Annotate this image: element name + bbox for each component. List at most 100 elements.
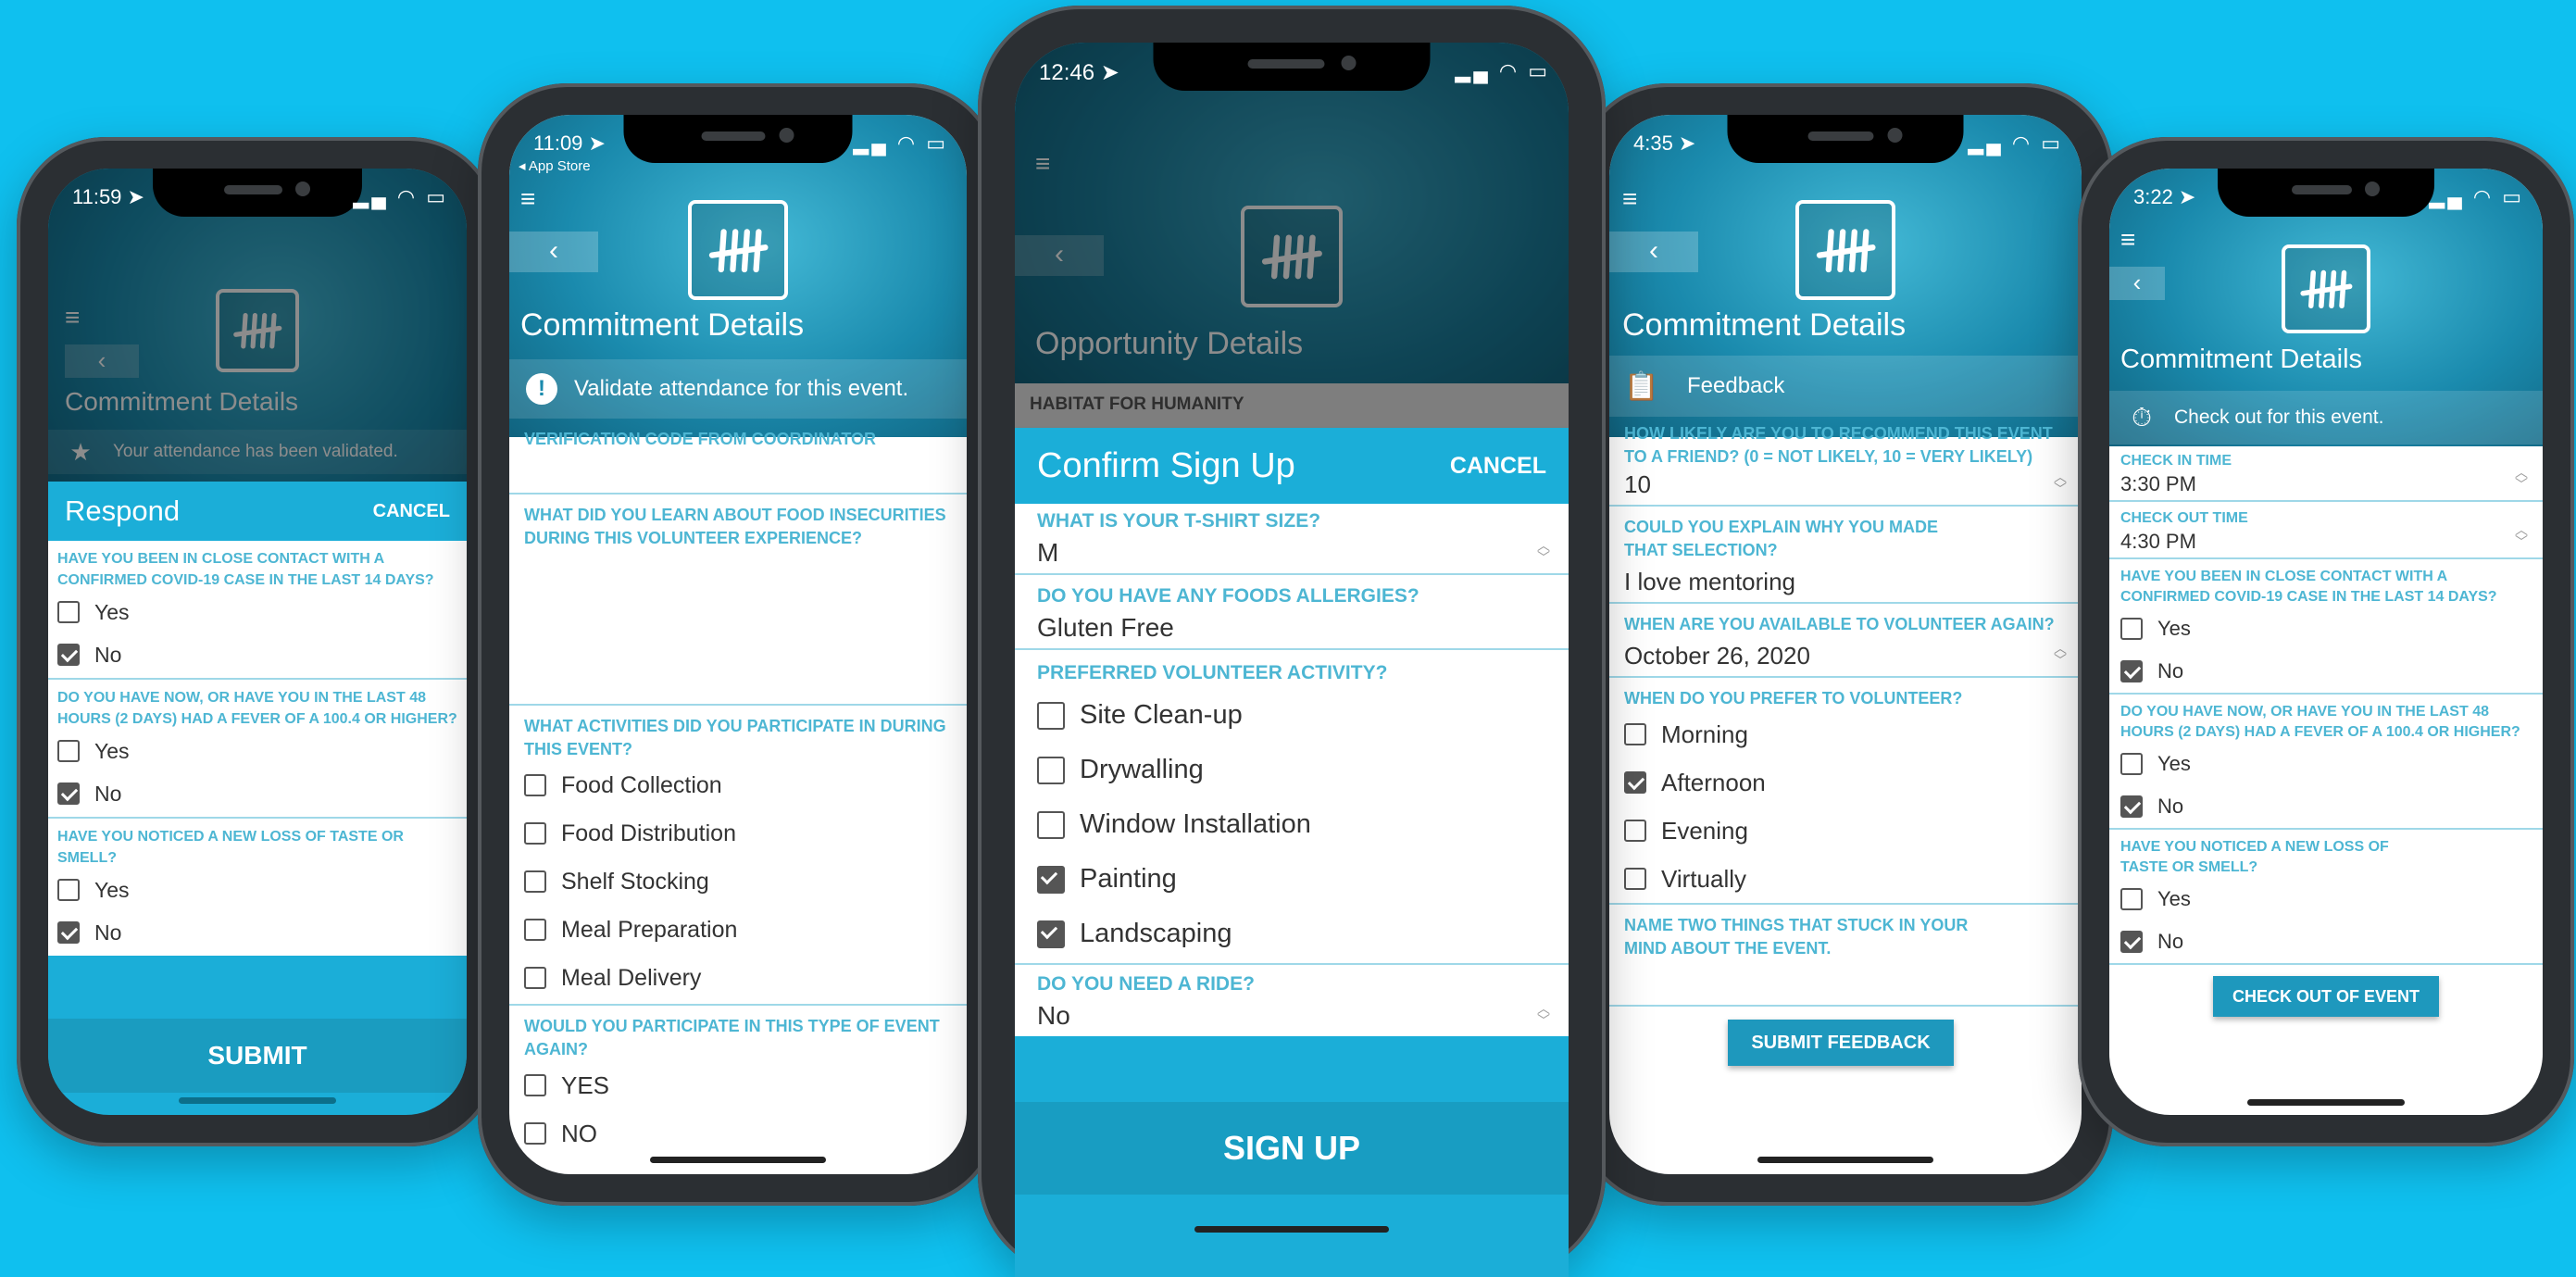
checkbox[interactable] <box>2120 753 2143 775</box>
check-out-button[interactable]: CHECK OUT OF EVENT <box>2213 976 2439 1017</box>
option-item[interactable]: Morning <box>1624 710 2067 758</box>
checkbox[interactable] <box>524 919 546 941</box>
checkbox-checked[interactable] <box>1037 865 1065 894</box>
tally-logo <box>1795 200 1895 300</box>
checkbox[interactable] <box>2120 618 2143 640</box>
checkbox-checked[interactable] <box>1037 920 1065 948</box>
option-no[interactable]: No <box>57 911 457 954</box>
field-value: 10 <box>1624 470 1651 498</box>
cancel-button[interactable]: CANCEL <box>373 501 450 522</box>
check-in-field[interactable]: CHECK IN TIME 3:30 PM ︿ ﹀ <box>2109 444 2543 502</box>
option-item[interactable]: Painting <box>1037 852 1546 907</box>
checkbox[interactable] <box>2120 888 2143 910</box>
checkbox[interactable] <box>1037 756 1065 784</box>
option-item[interactable]: Food Distribution <box>524 809 952 858</box>
checkbox[interactable] <box>524 967 546 989</box>
status-bar: 4:35 ➤ ▂▄ ◠ ▭ <box>1609 130 2082 167</box>
stepper-icon[interactable]: ︿ ﹀ <box>1535 1002 1552 1027</box>
option-item[interactable]: Landscaping <box>1037 907 1546 961</box>
question-label: COULD YOU EXPLAIN WHY YOU MADE THAT SELE… <box>1624 518 1939 559</box>
stepper-icon[interactable]: ︿ ﹀ <box>2513 523 2530 548</box>
tshirt-size-field[interactable]: WHAT IS YOUR T-SHIRT SIZE? M ︿ ﹀ <box>1015 504 1569 575</box>
recommend-field[interactable]: HOW LIKELY ARE YOU TO RECOMMEND THIS EVE… <box>1609 417 2082 507</box>
option-item[interactable]: Shelf Stocking <box>524 858 952 906</box>
option-item[interactable]: Window Installation <box>1037 797 1546 852</box>
checkbox-checked[interactable] <box>57 644 80 666</box>
checkbox[interactable] <box>57 879 80 901</box>
option-yes[interactable]: Yes <box>2120 878 2532 920</box>
option-yes[interactable]: Yes <box>2120 743 2532 785</box>
option-yes[interactable]: Yes <box>57 730 457 772</box>
tally-marks-icon <box>1816 229 1876 273</box>
option-label: Window Installation <box>1080 809 1311 839</box>
option-item[interactable]: Meal Preparation <box>524 906 952 954</box>
checkbox[interactable] <box>524 1122 546 1145</box>
cancel-button[interactable]: CANCEL <box>1450 453 1546 480</box>
option-no[interactable]: No <box>2120 785 2532 828</box>
option-item[interactable]: Site Clean-up <box>1037 688 1546 743</box>
option-no[interactable]: No <box>2120 650 2532 693</box>
sign-up-button[interactable]: SIGN UP <box>1015 1102 1569 1195</box>
checkbox-checked[interactable] <box>2120 660 2143 682</box>
home-indicator <box>179 1097 336 1104</box>
option-no[interactable]: No <box>57 772 457 815</box>
two-things-field[interactable]: NAME TWO THINGS THAT STUCK IN YOUR MIND … <box>1609 905 2082 1007</box>
checkbox-checked[interactable] <box>2120 795 2143 818</box>
availability-field[interactable]: WHEN ARE YOU AVAILABLE TO VOLUNTEER AGAI… <box>1609 604 2082 678</box>
checkbox[interactable] <box>1037 810 1065 839</box>
checkbox-checked[interactable] <box>2120 931 2143 953</box>
food-insecurity-field[interactable]: WHAT DID YOU LEARN ABOUT FOOD INSECURITI… <box>509 495 967 706</box>
back-button[interactable]: ‹ <box>1609 232 1698 272</box>
allergies-field[interactable]: DO YOU HAVE ANY FOODS ALLERGIES? Gluten … <box>1015 575 1569 650</box>
status-time: 11:09 ➤ <box>533 131 606 155</box>
option-item[interactable]: Drywalling <box>1037 743 1546 797</box>
option-yes[interactable]: YES <box>524 1061 952 1109</box>
question-label: CHECK OUT TIME <box>2120 510 2248 526</box>
option-item[interactable]: Virtually <box>1624 855 2067 903</box>
menu-icon[interactable]: ≡ <box>2120 227 2148 253</box>
checkbox[interactable] <box>57 740 80 762</box>
status-banner: ⏱ Check out for this event. <box>2109 391 2543 444</box>
option-item[interactable]: Meal Delivery <box>524 954 952 1002</box>
check-out-field[interactable]: CHECK OUT TIME 4:30 PM ︿ ﹀ <box>2109 502 2543 559</box>
submit-feedback-button[interactable]: SUBMIT FEEDBACK <box>1728 1020 1954 1066</box>
checkbox[interactable] <box>524 1074 546 1096</box>
need-ride-field[interactable]: DO YOU NEED A RIDE? No ︿ ﹀ <box>1015 965 1569 1036</box>
checkbox-checked[interactable] <box>57 782 80 805</box>
option-yes[interactable]: Yes <box>57 591 457 633</box>
home-indicator <box>650 1157 826 1163</box>
option-yes[interactable]: Yes <box>2120 607 2532 650</box>
checkbox-checked[interactable] <box>1624 771 1646 794</box>
option-no[interactable]: NO <box>524 1109 952 1158</box>
stepper-icon[interactable]: ︿ ﹀ <box>2513 466 2530 491</box>
checkbox[interactable] <box>57 601 80 623</box>
explain-field[interactable]: COULD YOU EXPLAIN WHY YOU MADE THAT SELE… <box>1609 507 2082 604</box>
menu-icon[interactable]: ≡ <box>520 186 548 212</box>
stepper-icon[interactable]: ︿ ﹀ <box>1535 539 1552 564</box>
respond-form: HAVE YOU BEEN IN CLOSE CONTACT WITH A CO… <box>48 541 467 956</box>
checkbox[interactable] <box>1624 820 1646 842</box>
checkbox[interactable] <box>1624 868 1646 890</box>
back-button[interactable]: ‹ <box>2109 267 2165 300</box>
checkbox[interactable] <box>524 822 546 845</box>
checkbox[interactable] <box>524 870 546 893</box>
stepper-icon[interactable]: ︿ ﹀ <box>2052 642 2069 667</box>
option-item[interactable]: Food Collection <box>524 761 952 809</box>
stepper-icon[interactable]: ︿ ﹀ <box>2052 470 2069 495</box>
option-no[interactable]: No <box>2120 920 2532 963</box>
menu-icon[interactable]: ≡ <box>1622 186 1650 212</box>
option-label: Afternoon <box>1661 768 1766 796</box>
home-indicator <box>2247 1099 2405 1106</box>
option-item[interactable]: Afternoon <box>1624 758 2067 807</box>
checkbox[interactable] <box>1624 723 1646 745</box>
option-item[interactable]: Evening <box>1624 807 2067 855</box>
back-to-app-store[interactable]: ◂ App Store <box>519 157 591 174</box>
back-button[interactable]: ‹ <box>509 232 598 272</box>
checkbox[interactable] <box>524 774 546 796</box>
checkbox-checked[interactable] <box>57 921 80 944</box>
option-no[interactable]: No <box>57 633 457 676</box>
submit-button[interactable]: SUBMIT <box>48 1019 467 1093</box>
option-yes[interactable]: Yes <box>57 869 457 911</box>
checkbox[interactable] <box>1037 701 1065 730</box>
verification-code-field[interactable]: VERIFICATION CODE FROM COORDINATOR <box>509 419 967 495</box>
